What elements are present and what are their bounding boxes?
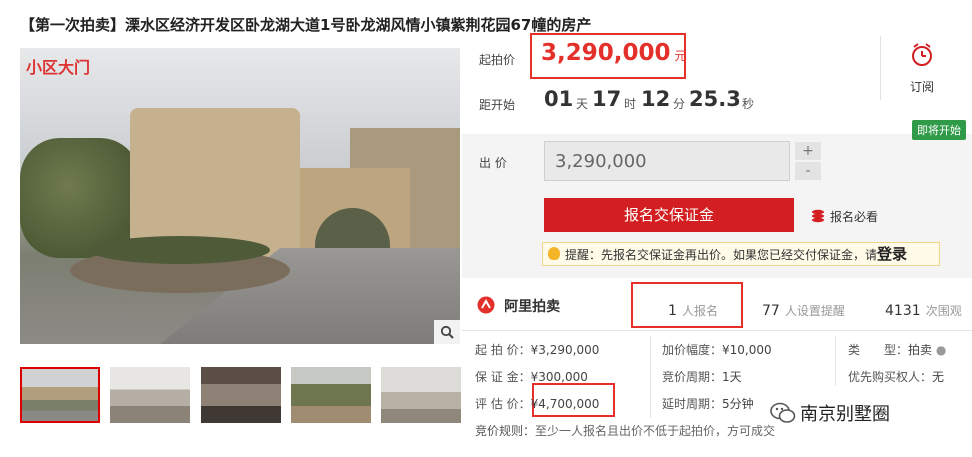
bid-panel: 即将开始 出 价 3,290,000 + - 报名交保证金 报名必看 提醒：先报…: [462, 120, 972, 278]
detail-value: ¥3,290,000: [530, 343, 600, 357]
detail-type: 类 型：拍卖 ●: [848, 341, 946, 358]
reminder-text: 提醒：先报名交保证金再出价。如果您已经交付保证金，请: [565, 248, 878, 262]
decrease-button[interactable]: -: [795, 162, 821, 180]
thumbnail[interactable]: [291, 367, 371, 423]
login-link[interactable]: 登录: [877, 245, 907, 263]
detail-value: 拍卖: [908, 343, 933, 357]
detail-key: 加价幅度：: [662, 343, 723, 357]
detail-start-price: 起 拍 价：¥3,290,000: [475, 341, 599, 358]
must-read-link[interactable]: 报名必看: [810, 208, 878, 225]
stat-label: 次围观: [925, 304, 962, 318]
detail-key: 保 证 金：: [475, 370, 531, 384]
detail-key: 类 型：: [848, 343, 909, 357]
start-price-value: 3,290,000 元: [541, 40, 687, 66]
stat-label: 人报名: [682, 304, 719, 318]
detail-value: 5分钟: [722, 397, 754, 411]
subscribe-label: 订阅: [909, 80, 934, 94]
countdown-hours: 17: [592, 87, 622, 111]
stat-signups: 1 人报名: [668, 300, 718, 319]
detail-value: 至少一人报名且出价不低于起拍价，方可成交: [535, 424, 776, 438]
main-photo[interactable]: 小区大门: [20, 48, 460, 344]
detail-key: 竞价规则：: [475, 424, 536, 438]
stat-number: 4131: [885, 303, 921, 319]
reminder-banner: 提醒：先报名交保证金再出价。如果您已经交付保证金，请登录: [542, 242, 940, 266]
divider: [650, 336, 651, 418]
platform-name: 阿里拍卖: [504, 299, 561, 315]
detail-key: 起 拍 价：: [475, 343, 531, 357]
photo-tag: 小区大门: [26, 58, 91, 77]
stat-reminders: 77 人设置提醒: [762, 300, 845, 319]
detail-value: ¥300,000: [530, 370, 588, 384]
stat-label: 人设置提醒: [784, 304, 845, 318]
stat-number: 77: [762, 303, 780, 319]
divider: [880, 36, 881, 100]
alarm-clock-icon: [912, 43, 932, 66]
price-number: 3,290,000: [541, 40, 671, 66]
detail-delay-period: 延时周期：5分钟: [662, 395, 754, 412]
thumbnail[interactable]: [20, 367, 100, 423]
countdown-days-unit: 天: [576, 97, 589, 111]
detail-value: 无: [932, 370, 945, 384]
detail-priority: 优先购买权人：无: [848, 368, 944, 385]
price-unit: 元: [674, 49, 687, 63]
detail-value: ¥4,700,000: [530, 397, 600, 411]
countdown-days: 01: [544, 87, 574, 111]
countdown-seconds-unit: 秒: [742, 97, 755, 111]
coins-icon: [812, 209, 824, 223]
thumbnail[interactable]: [201, 367, 281, 423]
watermark: 南京别墅圈: [770, 400, 890, 426]
help-icon[interactable]: ●: [936, 343, 946, 357]
detail-appraisal: 评 估 价：¥4,700,000: [475, 395, 599, 412]
detail-key: 评 估 价：: [475, 397, 531, 411]
detail-key: 优先购买权人：: [848, 370, 933, 384]
detail-value: ¥10,000: [722, 343, 772, 357]
bid-input[interactable]: 3,290,000: [544, 141, 790, 181]
detail-increment: 加价幅度：¥10,000: [662, 341, 772, 358]
countdown-minutes: 12: [641, 87, 671, 111]
countdown-label: 距开始: [479, 98, 516, 112]
subscribe-button[interactable]: 订阅: [902, 42, 942, 95]
detail-rule: 竞价规则：至少一人报名且出价不低于起拍价，方可成交: [475, 422, 775, 439]
countdown-minutes-unit: 分: [673, 97, 686, 111]
signup-deposit-button[interactable]: 报名交保证金: [544, 198, 794, 232]
bid-label: 出 价: [479, 156, 507, 170]
ali-auction-icon: [477, 296, 495, 314]
thumbnail[interactable]: [381, 367, 461, 423]
detail-bid-period: 竞价周期：1天: [662, 368, 742, 385]
wechat-icon: [770, 402, 796, 423]
stat-number: 1: [668, 303, 677, 319]
lightbulb-icon: [548, 247, 560, 260]
page-title: 【第一次拍卖】溧水区经济开发区卧龙湖大道1号卧龙湖风情小镇紫荆花园67幢的房产: [20, 16, 592, 34]
detail-key: 延时周期：: [662, 397, 723, 411]
divider: [835, 336, 836, 386]
detail-key: 竞价周期：: [662, 370, 723, 384]
platform-logo: 阿里拍卖: [477, 296, 560, 316]
increase-button[interactable]: +: [795, 142, 821, 160]
zoom-icon[interactable]: [434, 320, 460, 344]
must-read-label: 报名必看: [830, 210, 879, 224]
photo-hedge: [90, 236, 270, 264]
status-badge: 即将开始: [912, 120, 966, 140]
detail-value: 1天: [722, 370, 742, 384]
countdown-seconds: 25.3: [689, 87, 741, 111]
stat-views: 4131 次围观: [885, 300, 962, 319]
divider: [462, 330, 972, 331]
countdown-hours-unit: 时: [624, 97, 637, 111]
watermark-text: 南京别墅圈: [800, 404, 890, 425]
start-price-label: 起拍价: [479, 53, 516, 67]
thumbnail[interactable]: [110, 367, 190, 423]
